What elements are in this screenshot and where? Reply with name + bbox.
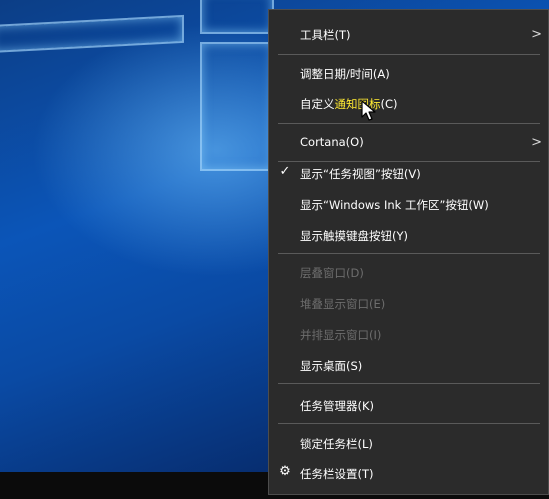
gear-icon: ⚙	[279, 464, 291, 479]
menu-item-show-windows-ink-button[interactable]: 显示“Windows Ink 工作区”按钮(W)	[269, 191, 548, 219]
menu-item-taskbar-settings[interactable]: ⚙ 任务栏设置(T)	[269, 460, 548, 488]
menu-separator	[278, 123, 540, 124]
menu-item-label: 堆叠显示窗口(E)	[300, 297, 386, 311]
menu-item-stack-windows: 堆叠显示窗口(E)	[269, 290, 548, 318]
menu-item-label: 调整日期/时间(A)	[300, 67, 390, 81]
menu-item-label: 锁定任务栏(L)	[300, 437, 373, 451]
menu-item-task-manager[interactable]: 任务管理器(K)	[269, 392, 548, 420]
menu-item-label: 显示桌面(S)	[300, 359, 363, 373]
menu-item-customize-notification-icons[interactable]: 自定义通知图标(C)	[269, 90, 548, 118]
menu-item-cascade-windows: 层叠窗口(D)	[269, 259, 548, 287]
wallpaper-window-pane	[200, 0, 274, 34]
menu-item-cortana[interactable]: Cortana(O) >	[269, 129, 548, 157]
menu-separator	[278, 423, 540, 424]
menu-separator	[278, 253, 540, 254]
wallpaper-window-pane	[200, 42, 274, 171]
menu-item-lock-taskbar[interactable]: 锁定任务栏(L)	[269, 430, 548, 458]
menu-item-label: 任务管理器(K)	[300, 399, 375, 413]
menu-item-label: 自定义通知图标(C)	[300, 96, 398, 112]
menu-item-side-by-side-windows: 并排显示窗口(I)	[269, 321, 548, 349]
menu-item-label: 显示“Windows Ink 工作区”按钮(W)	[300, 198, 489, 212]
menu-item-label: 显示“任务视图”按钮(V)	[300, 167, 421, 181]
checkmark-icon: ✓	[279, 164, 291, 179]
mouse-cursor-icon	[361, 100, 376, 121]
menu-item-show-touch-keyboard-button[interactable]: 显示触摸键盘按钮(Y)	[269, 222, 548, 250]
menu-item-label: 层叠窗口(D)	[300, 266, 364, 280]
menu-item-toolbars[interactable]: 工具栏(T) >	[269, 21, 548, 49]
menu-item-label: 工具栏(T)	[300, 28, 351, 42]
chevron-right-icon: >	[531, 27, 542, 42]
chevron-right-icon: >	[531, 135, 542, 150]
menu-separator	[278, 54, 540, 55]
menu-item-show-task-view-button[interactable]: ✓ 显示“任务视图”按钮(V)	[269, 160, 548, 188]
menu-item-label: Cortana(O)	[300, 135, 364, 149]
label-prefix: 自定义	[300, 97, 335, 111]
menu-item-show-desktop[interactable]: 显示桌面(S)	[269, 352, 548, 380]
menu-item-label: 任务栏设置(T)	[300, 467, 374, 481]
menu-item-label: 并排显示窗口(I)	[300, 328, 382, 342]
label-suffix: (C)	[380, 97, 398, 111]
menu-item-label: 显示触摸键盘按钮(Y)	[300, 229, 408, 243]
wallpaper-window-pane	[0, 14, 184, 54]
menu-item-adjust-date-time[interactable]: 调整日期/时间(A)	[269, 60, 548, 88]
menu-separator	[278, 383, 540, 384]
taskbar-context-menu: 工具栏(T) > 调整日期/时间(A) 自定义通知图标(C) Cortana(O…	[268, 9, 549, 495]
